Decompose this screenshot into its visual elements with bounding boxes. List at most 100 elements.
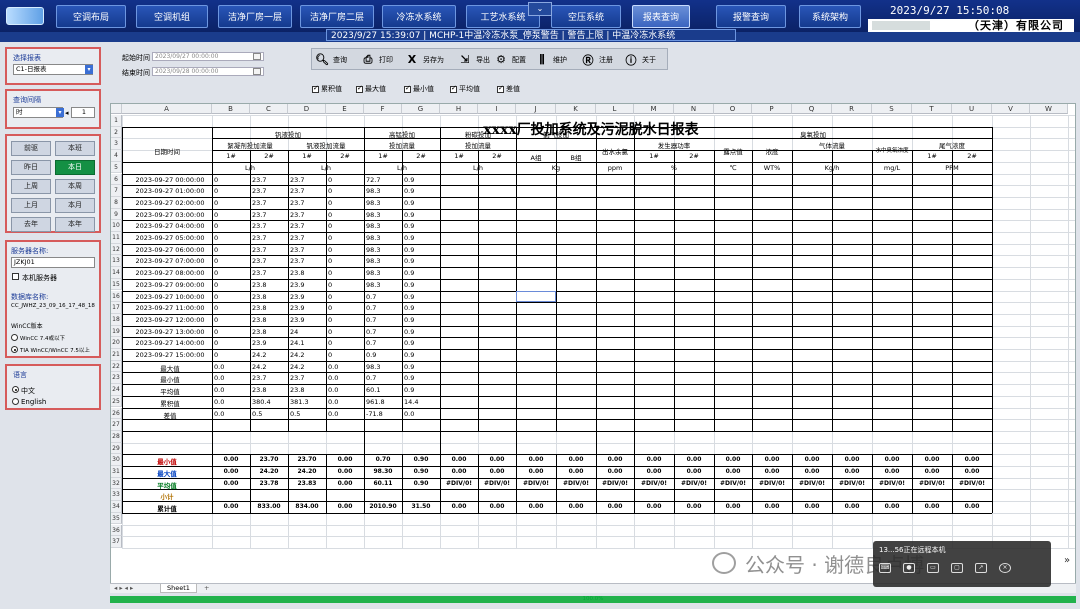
checkbox-checked-icon[interactable] bbox=[497, 84, 504, 93]
chevron-down-icon[interactable]: ▾ bbox=[85, 65, 93, 74]
column-header[interactable]: R bbox=[832, 104, 872, 114]
checkbox-checked-icon[interactable] bbox=[450, 84, 457, 93]
nav-item-0[interactable]: 空调布局 bbox=[56, 5, 126, 28]
row-header[interactable]: 15 bbox=[111, 278, 122, 291]
expand-arrow-icon[interactable]: » bbox=[1064, 555, 1070, 566]
column-header[interactable]: A bbox=[122, 104, 212, 114]
start-time-input[interactable]: 2023/09/27 00:00:00 bbox=[152, 52, 264, 61]
row-header[interactable]: 8 bbox=[111, 196, 122, 209]
row-header[interactable]: 35 bbox=[111, 512, 122, 525]
quick-range-button-8[interactable]: 去年 bbox=[11, 217, 51, 232]
quick-range-button-7[interactable]: 本月 bbox=[55, 198, 95, 213]
row-header[interactable]: 2 bbox=[111, 126, 122, 139]
column-header[interactable]: W bbox=[1030, 104, 1068, 114]
column-header[interactable]: V bbox=[992, 104, 1030, 114]
row-header[interactable]: 23 bbox=[111, 372, 122, 385]
row-header[interactable]: 12 bbox=[111, 243, 122, 256]
row-header[interactable]: 28 bbox=[111, 430, 122, 443]
row-header[interactable]: 9 bbox=[111, 208, 122, 221]
toolbar-button-4[interactable]: ⚙ 配置 bbox=[493, 50, 526, 69]
row-header[interactable]: 3 bbox=[111, 138, 122, 151]
row-header[interactable]: 32 bbox=[111, 477, 122, 490]
add-sheet-icon[interactable]: + bbox=[204, 584, 209, 593]
column-header[interactable]: E bbox=[326, 104, 364, 114]
selected-cell[interactable] bbox=[516, 290, 556, 303]
option-checkbox-4[interactable]: 差值 bbox=[497, 84, 520, 94]
nav-item-6[interactable]: 空压系统 bbox=[551, 5, 621, 28]
close-icon[interactable]: × bbox=[999, 563, 1011, 573]
tab-nav-arrows[interactable]: ◂ ▸ ◂ ▸ bbox=[114, 584, 133, 593]
toolbar-button-1[interactable]: ⎙ 打印 bbox=[360, 50, 393, 69]
row-header[interactable]: 34 bbox=[111, 501, 122, 513]
quick-range-button-6[interactable]: 上月 bbox=[11, 198, 51, 213]
wincc-tia-radio[interactable] bbox=[11, 346, 18, 353]
share-icon[interactable]: ↗ bbox=[975, 563, 987, 573]
toolbar-button-6[interactable]: Ⓡ 注册 bbox=[580, 50, 614, 69]
column-header[interactable]: K bbox=[556, 104, 596, 114]
nav-item-7[interactable]: 报表查询 bbox=[632, 5, 690, 28]
quick-range-button-4[interactable]: 上周 bbox=[11, 179, 51, 194]
row-header[interactable]: 1 bbox=[111, 115, 122, 127]
option-checkbox-3[interactable]: 平均值 bbox=[450, 84, 480, 94]
row-header[interactable]: 36 bbox=[111, 524, 122, 537]
quick-range-button-2[interactable]: 昨日 bbox=[11, 160, 51, 175]
row-header[interactable]: 6 bbox=[111, 173, 122, 186]
column-header[interactable]: M bbox=[634, 104, 674, 114]
row-header[interactable]: 7 bbox=[111, 185, 122, 197]
toolbar-button-3[interactable]: ⇲ 导出 bbox=[457, 50, 490, 69]
camera-icon[interactable]: ▭ bbox=[927, 563, 939, 573]
quick-range-button-5[interactable]: 本周 bbox=[55, 179, 95, 194]
row-header[interactable]: 29 bbox=[111, 442, 122, 455]
local-server-checkbox[interactable] bbox=[12, 273, 19, 280]
column-header[interactable]: U bbox=[952, 104, 992, 114]
column-header[interactable]: S bbox=[872, 104, 912, 114]
calendar-icon[interactable] bbox=[253, 53, 261, 60]
column-header[interactable]: P bbox=[752, 104, 792, 114]
column-header[interactable]: Q bbox=[792, 104, 832, 114]
nav-item-8[interactable]: 报警查询 bbox=[716, 5, 786, 28]
select-all-corner[interactable] bbox=[111, 104, 122, 114]
quick-range-button-9[interactable]: 本年 bbox=[55, 217, 95, 232]
row-header[interactable]: 31 bbox=[111, 466, 122, 478]
checkbox-checked-icon[interactable] bbox=[356, 84, 363, 93]
end-time-input[interactable]: 2023/09/28 00:00:00 bbox=[152, 67, 264, 76]
checkbox-checked-icon[interactable] bbox=[312, 84, 319, 93]
row-header[interactable]: 11 bbox=[111, 232, 122, 244]
column-header[interactable]: O bbox=[714, 104, 752, 114]
nav-item-9[interactable]: 系统架构 bbox=[799, 5, 861, 28]
option-checkbox-0[interactable]: 累积值 bbox=[312, 84, 342, 94]
row-header[interactable]: 10 bbox=[111, 220, 122, 232]
column-header[interactable]: T bbox=[912, 104, 952, 114]
toolbar-button-0[interactable]: 🔍︎ 查询 bbox=[314, 50, 347, 69]
quick-range-button-3[interactable]: 本日 bbox=[55, 160, 95, 175]
nav-item-4[interactable]: 冷冻水系统 bbox=[382, 5, 456, 28]
column-header[interactable]: B bbox=[212, 104, 250, 114]
row-header[interactable]: 18 bbox=[111, 313, 122, 326]
option-checkbox-1[interactable]: 最大值 bbox=[356, 84, 386, 94]
row-header[interactable]: 17 bbox=[111, 302, 122, 314]
checkbox-checked-icon[interactable] bbox=[404, 84, 411, 93]
row-header[interactable]: 33 bbox=[111, 489, 122, 502]
row-header[interactable]: 26 bbox=[111, 407, 122, 420]
column-header[interactable]: L bbox=[596, 104, 634, 114]
row-header[interactable]: 27 bbox=[111, 419, 122, 431]
language-chinese-radio[interactable] bbox=[12, 386, 19, 393]
collapse-toggle-button[interactable]: ⌄ bbox=[528, 2, 552, 16]
column-header[interactable]: G bbox=[402, 104, 440, 114]
microphone-icon[interactable]: ● bbox=[903, 563, 915, 573]
row-header[interactable]: 22 bbox=[111, 360, 122, 373]
interval-value-input[interactable]: 1 bbox=[71, 107, 95, 118]
column-header[interactable]: D bbox=[288, 104, 326, 114]
nav-item-2[interactable]: 洁净厂房一层 bbox=[218, 5, 292, 28]
sheet-tab[interactable]: Sheet1 bbox=[160, 584, 197, 593]
row-header[interactable]: 25 bbox=[111, 395, 122, 408]
column-header[interactable]: J bbox=[516, 104, 556, 114]
quick-range-button-1[interactable]: 本班 bbox=[55, 141, 95, 156]
language-english-radio[interactable] bbox=[12, 398, 19, 405]
row-header[interactable]: 24 bbox=[111, 384, 122, 396]
row-header[interactable]: 19 bbox=[111, 325, 122, 338]
column-header[interactable]: I bbox=[478, 104, 516, 114]
option-checkbox-2[interactable]: 最小值 bbox=[404, 84, 434, 94]
screen-icon[interactable]: ▢ bbox=[951, 563, 963, 573]
nav-item-1[interactable]: 空调机组 bbox=[136, 5, 208, 28]
